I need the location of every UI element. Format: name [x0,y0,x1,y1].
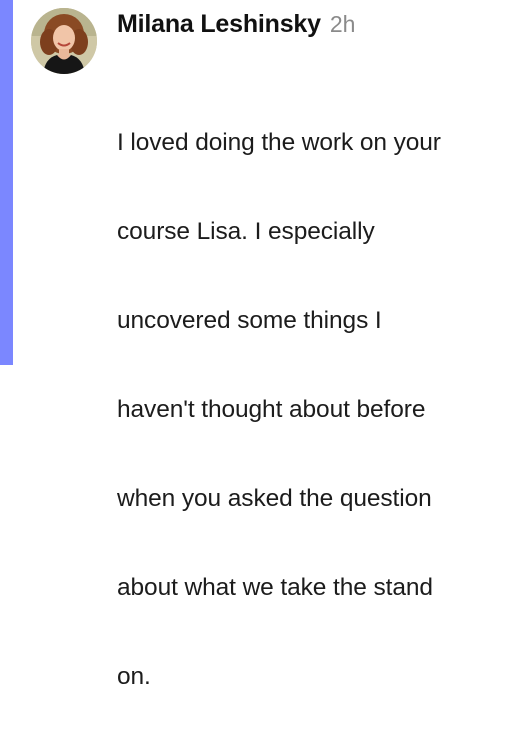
thread-accent-bar [0,0,13,365]
comment-line: course Lisa. I especially [117,217,375,245]
post-timestamp: 2h [329,11,356,37]
post-header: Milana Leshinsky 2h [117,10,355,46]
comment-line: on. [117,662,151,690]
comment-line: when you asked the question [117,484,432,512]
comment-line: about what we take the stand [117,573,433,601]
comment-line: I loved doing the work on your [117,128,441,156]
author-name[interactable]: Milana Leshinsky [117,10,321,39]
avatar-photo-icon [31,8,97,74]
comment-line: uncovered some things I [117,306,382,334]
comment-line: haven't thought about before [117,395,426,423]
comment-body: I loved doing the work on your course Li… [117,76,509,744]
avatar[interactable] [31,8,97,74]
